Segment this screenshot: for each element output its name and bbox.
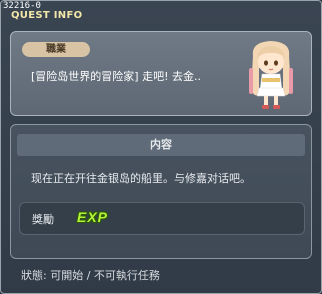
quest-name: [冒险岛世界的冒险家] 走吧! 去金.. (31, 70, 201, 83)
window-title: QUEST INFO (11, 10, 83, 21)
quest-content-panel: 内容 现在正在开往金银岛的船里。与修嘉对话吧。 獎勵 EXP (10, 124, 312, 259)
exp-icon: EXP (77, 209, 109, 225)
content-heading: 内容 (17, 134, 305, 156)
reward-label: 獎勵 (32, 213, 54, 226)
quest-description: 现在正在开往金银岛的船里。与修嘉对话吧。 (31, 172, 251, 185)
quest-header-panel: 職業 [冒险岛世界的冒险家] 走吧! 去金.. (10, 31, 312, 116)
npc-portrait-icon (243, 38, 299, 112)
reward-box: 獎勵 EXP (19, 202, 305, 235)
quest-info-window: 32216-0 QUEST INFO 職業 [冒险岛世界的冒险家] 走吧! 去金… (0, 0, 322, 294)
job-badge: 職業 (22, 42, 90, 57)
quest-status: 狀態: 可開始 / 不可執行任務 (21, 269, 160, 282)
